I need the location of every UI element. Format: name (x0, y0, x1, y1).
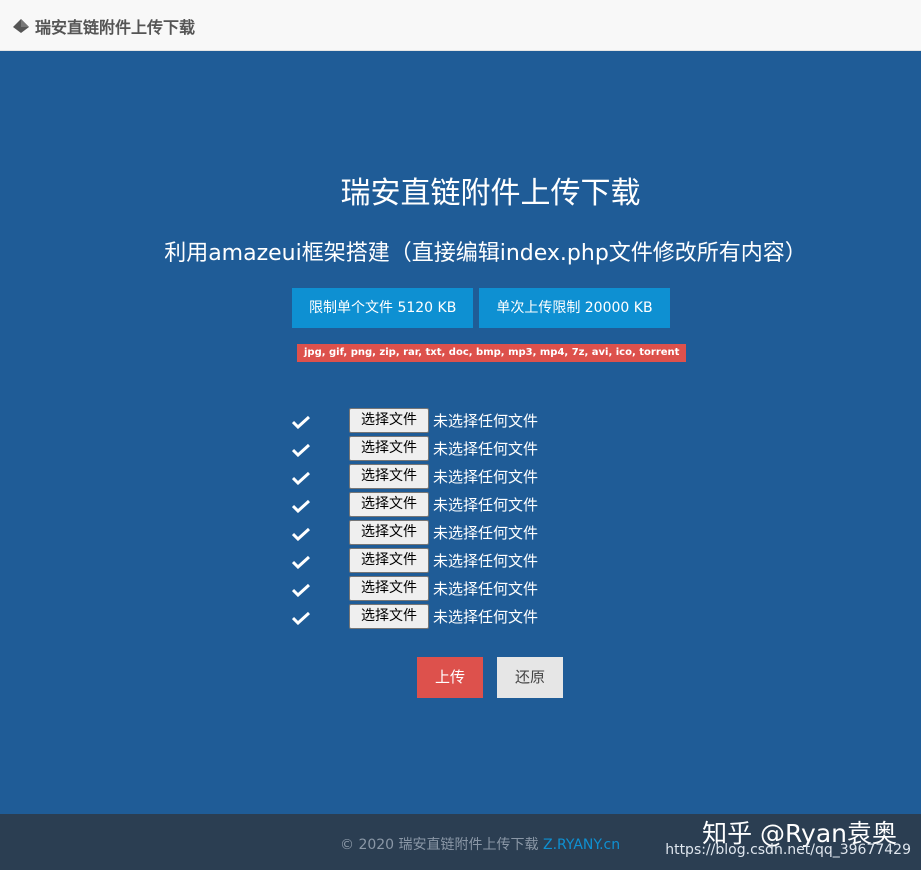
reset-button[interactable]: 还原 (497, 657, 563, 698)
check-icon (292, 415, 310, 429)
hero-panel: 瑞安直链附件上传下载 利用amazeui框架搭建（直接编辑index.php文件… (0, 51, 921, 814)
file-status: 未选择任何文件 (433, 496, 539, 514)
choose-file-button[interactable]: 选择文件 (349, 576, 429, 601)
file-row: 选择文件 未选择任何文件 (292, 407, 592, 435)
check-icon (292, 443, 310, 457)
file-status: 未选择任何文件 (433, 468, 539, 486)
check-icon (292, 583, 310, 597)
check-icon (292, 555, 310, 569)
footer-copyright: © 2020 瑞安直链附件上传下载 Z.RYANY.cn (340, 834, 620, 854)
choose-file-button[interactable]: 选择文件 (349, 492, 429, 517)
choose-file-button[interactable]: 选择文件 (349, 408, 429, 433)
file-status: 未选择任何文件 (433, 412, 539, 430)
single-file-limit-button[interactable]: 限制单个文件 5120 KB (292, 288, 474, 328)
form-actions: 上传 还原 (417, 657, 563, 698)
brand[interactable]: 瑞安直链附件上传下载 (12, 14, 195, 38)
file-row: 选择文件 未选择任何文件 (292, 547, 592, 575)
file-status: 未选择任何文件 (433, 608, 539, 626)
site-link[interactable]: Z.RYANY.cn (543, 837, 620, 853)
top-navbar: 瑞安直链附件上传下载 (0, 0, 921, 51)
limit-badges: 限制单个文件 5120 KB 单次上传限制 20000 KB (292, 288, 670, 328)
upload-button[interactable]: 上传 (417, 657, 483, 698)
choose-file-button[interactable]: 选择文件 (349, 604, 429, 629)
page-subtitle: 利用amazeui框架搭建（直接编辑index.php文件修改所有内容） (164, 241, 807, 266)
check-icon (292, 499, 310, 513)
choose-file-button[interactable]: 选择文件 (349, 520, 429, 545)
choose-file-button[interactable]: 选择文件 (349, 436, 429, 461)
file-status: 未选择任何文件 (433, 524, 539, 542)
check-icon (292, 611, 310, 625)
file-row: 选择文件 未选择任何文件 (292, 603, 592, 631)
check-icon (292, 471, 310, 485)
file-status: 未选择任何文件 (433, 552, 539, 570)
file-status: 未选择任何文件 (433, 580, 539, 598)
choose-file-button[interactable]: 选择文件 (349, 548, 429, 573)
file-row: 选择文件 未选择任何文件 (292, 519, 592, 547)
choose-file-button[interactable]: 选择文件 (349, 464, 429, 489)
file-status: 未选择任何文件 (433, 440, 539, 458)
file-input-list: 选择文件 未选择任何文件 选择文件 未选择任何文件 选择文件 未选择任何文件 选… (292, 407, 592, 631)
footer: © 2020 瑞安直链附件上传下载 Z.RYANY.cn 知乎 @Ryan袁奥 … (0, 814, 921, 870)
csdn-watermark: https://blog.csdn.net/qq_39677429 (665, 842, 911, 858)
brand-title: 瑞安直链附件上传下载 (35, 18, 196, 37)
check-icon (292, 527, 310, 541)
file-row: 选择文件 未选择任何文件 (292, 463, 592, 491)
allowed-types-badge: jpg, gif, png, zip, rar, txt, doc, bmp, … (297, 344, 687, 362)
file-row: 选择文件 未选择任何文件 (292, 435, 592, 463)
diamond-logo-icon (13, 19, 29, 33)
total-upload-limit-button[interactable]: 单次上传限制 20000 KB (479, 288, 670, 328)
copyright-text: © 2020 瑞安直链附件上传下载 (340, 837, 539, 853)
file-row: 选择文件 未选择任何文件 (292, 491, 592, 519)
file-row: 选择文件 未选择任何文件 (292, 575, 592, 603)
page-title: 瑞安直链附件上传下载 (340, 176, 641, 211)
